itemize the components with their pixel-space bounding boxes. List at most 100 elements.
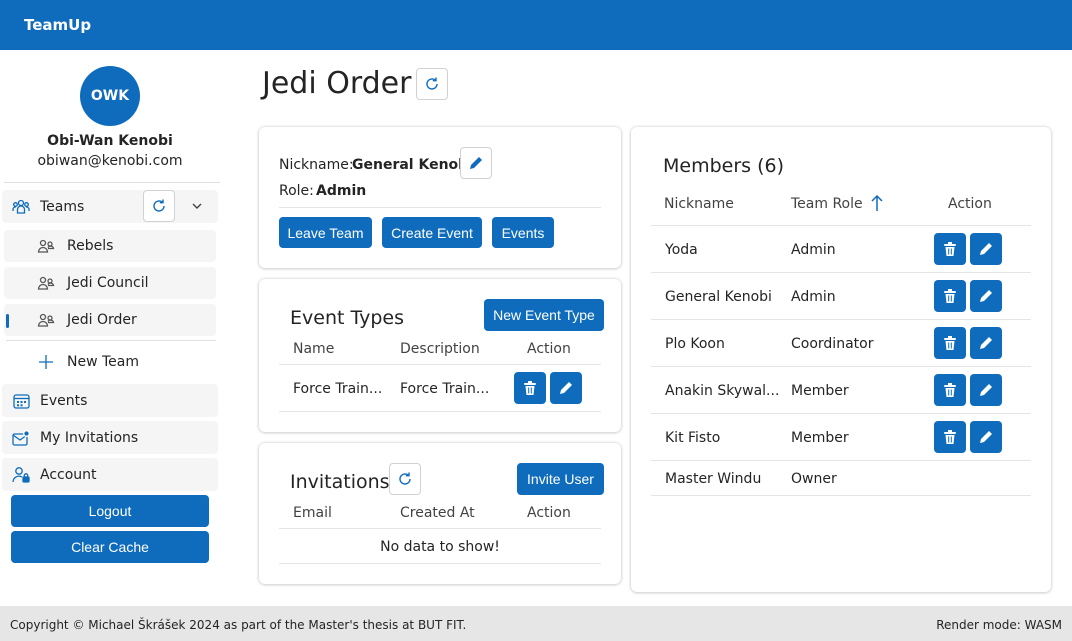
- chevron-down-icon[interactable]: [190, 199, 204, 213]
- column-header-action: Action: [527, 505, 571, 521]
- copyright-text: Copyright © Michael Škrášek 2024 as part…: [10, 618, 467, 632]
- edit-nickname-button[interactable]: [460, 147, 492, 179]
- plus-icon: [37, 353, 55, 371]
- refresh-icon: [153, 199, 165, 212]
- member-role: Admin: [791, 289, 836, 305]
- pencil-icon: [470, 157, 482, 169]
- trash-icon: [944, 429, 956, 444]
- refresh-icon: [426, 77, 438, 90]
- column-header-action: Action: [948, 196, 992, 212]
- invite-user-button[interactable]: Invite User: [517, 463, 604, 495]
- sidebar-divider: [4, 182, 220, 183]
- logout-button[interactable]: Logout: [11, 495, 209, 527]
- edit-button[interactable]: [970, 233, 1002, 265]
- refresh-team-button[interactable]: [416, 68, 448, 100]
- member-nickname: Kit Fisto: [665, 430, 721, 446]
- new-event-type-button[interactable]: New Event Type: [484, 299, 604, 331]
- pencil-icon: [980, 337, 992, 349]
- delete-button[interactable]: [934, 327, 966, 359]
- column-header-created-at: Created At: [400, 505, 475, 521]
- divider: [651, 225, 1031, 226]
- divider: [279, 411, 601, 412]
- refresh-icon: [399, 472, 411, 485]
- sidebar-item-rebels[interactable]: Rebels: [4, 230, 216, 262]
- event-type-name: Force Train...: [293, 381, 383, 397]
- refresh-invitations-button[interactable]: [389, 463, 421, 495]
- delete-button[interactable]: [934, 280, 966, 312]
- role-value: Admin: [316, 183, 367, 199]
- column-header-email: Email: [293, 505, 332, 521]
- column-header-action: Action: [527, 341, 571, 357]
- teams-icon: [12, 198, 30, 216]
- pencil-icon: [980, 243, 992, 255]
- member-nickname: General Kenobi: [665, 289, 772, 305]
- member-nickname: Plo Koon: [665, 336, 725, 352]
- sidebar-item-label: My Invitations: [40, 429, 139, 446]
- sidebar: OWK Obi-Wan Kenobi obiwan@kenobi.com Tea…: [0, 50, 222, 606]
- active-indicator: [6, 314, 9, 328]
- sidebar-item-label: Teams: [40, 198, 85, 215]
- sidebar-item-account[interactable]: Account: [2, 458, 218, 491]
- nickname-label: Nickname:: [279, 157, 354, 173]
- sidebar-item-label: Jedi Order: [67, 312, 137, 328]
- account-icon: [12, 466, 30, 484]
- calendar-icon: [12, 392, 30, 410]
- member-role: Owner: [791, 471, 837, 487]
- sidebar-item-teams[interactable]: Teams: [2, 190, 218, 223]
- delete-button[interactable]: [934, 421, 966, 453]
- divider: [279, 563, 601, 564]
- column-header-name: Name: [293, 341, 335, 357]
- create-event-button[interactable]: Create Event: [382, 217, 482, 248]
- delete-button[interactable]: [514, 372, 546, 404]
- pencil-icon: [980, 290, 992, 302]
- delete-button[interactable]: [934, 233, 966, 265]
- member-role: Admin: [791, 242, 836, 258]
- member-nickname: Anakin Skywal...: [665, 383, 780, 399]
- edit-button[interactable]: [970, 327, 1002, 359]
- divider: [279, 528, 601, 529]
- edit-button[interactable]: [970, 421, 1002, 453]
- people-icon: [37, 274, 55, 292]
- divider: [651, 366, 1031, 367]
- member-nickname: Master Windu: [665, 471, 762, 487]
- trash-icon: [944, 382, 956, 397]
- sidebar-item-my-invitations[interactable]: My Invitations: [2, 421, 218, 454]
- app-brand[interactable]: TeamUp: [24, 16, 91, 34]
- column-header-description: Description: [400, 341, 480, 357]
- sidebar-item-label: New Team: [67, 354, 139, 370]
- event-types-title: Event Types: [290, 307, 405, 329]
- edit-button[interactable]: [970, 374, 1002, 406]
- people-icon: [37, 311, 55, 329]
- trash-icon: [524, 380, 536, 395]
- user-name: Obi-Wan Kenobi: [47, 133, 173, 149]
- pencil-icon: [560, 382, 572, 394]
- mail-icon: [12, 429, 30, 447]
- clear-cache-button[interactable]: Clear Cache: [11, 531, 209, 563]
- column-header-team-role[interactable]: Team Role: [791, 196, 863, 212]
- empty-state: No data to show!: [380, 539, 500, 555]
- column-header-nickname[interactable]: Nickname: [664, 196, 734, 212]
- sidebar-item-new-team[interactable]: New Team: [4, 346, 216, 378]
- trash-icon: [944, 241, 956, 256]
- divider: [651, 413, 1031, 414]
- member-role: Coordinator: [791, 336, 874, 352]
- events-button[interactable]: Events: [492, 217, 554, 248]
- members-title: Members (6): [663, 155, 785, 177]
- nickname-value: General Kenobi: [352, 157, 473, 173]
- sidebar-item-jedi-council[interactable]: Jedi Council: [4, 267, 216, 299]
- delete-button[interactable]: [934, 374, 966, 406]
- sidebar-item-jedi-order[interactable]: Jedi Order: [4, 304, 216, 336]
- sidebar-item-label: Events: [40, 392, 88, 409]
- leave-team-button[interactable]: Leave Team: [279, 217, 372, 248]
- role-label: Role:: [279, 183, 314, 199]
- edit-button[interactable]: [550, 372, 582, 404]
- invitations-card: Invitations Invite User Email Created At…: [259, 443, 621, 584]
- event-type-description: Force Train...: [400, 381, 490, 397]
- edit-button[interactable]: [970, 280, 1002, 312]
- arrow-up-icon[interactable]: [870, 194, 884, 216]
- member-nickname: Yoda: [665, 242, 698, 258]
- pencil-icon: [980, 384, 992, 396]
- sidebar-item-events[interactable]: Events: [2, 384, 218, 417]
- refresh-teams-button[interactable]: [143, 190, 175, 222]
- sidebar-divider: [6, 340, 216, 341]
